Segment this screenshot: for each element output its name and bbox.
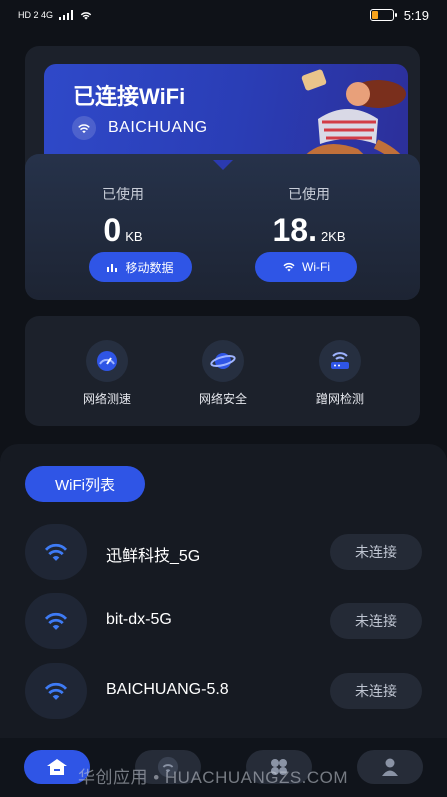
- status-time: 5:19: [403, 7, 429, 23]
- tab-profile[interactable]: [357, 750, 423, 784]
- wifi-status-icon: [80, 11, 92, 20]
- mobile-data-button[interactable]: 移动数据: [89, 252, 192, 282]
- home-icon: [47, 759, 67, 775]
- connected-banner[interactable]: 已连接WiFi BAICHUANG: [44, 64, 408, 168]
- bar-chart-icon: [107, 264, 118, 272]
- status-indicators: HD 2 4G: [18, 10, 93, 21]
- connected-ssid: BAICHUANG: [108, 119, 208, 136]
- tool-speed-test[interactable]: 网络测速: [57, 340, 157, 407]
- status-left-text: HD 2 4G: [18, 10, 54, 20]
- mobile-usage: 已使用 0 KB: [48, 184, 198, 249]
- list-item[interactable]: bit-dx-5G 未连接: [25, 593, 422, 649]
- tool-intruder-check-label: 蹭网检测: [315, 392, 364, 406]
- wifi-list-tab[interactable]: WiFi列表: [25, 466, 145, 502]
- wifi-icon: [25, 593, 87, 649]
- usage-stats: 已使用 0 KB 已使用 18. 2KB 移动数据 Wi-Fi: [25, 154, 420, 300]
- wifi-usage-value: 18.: [272, 212, 317, 248]
- wifi-name: 迅鲜科技_5G: [106, 548, 201, 565]
- tool-intruder-check[interactable]: 蹭网检测: [290, 340, 390, 407]
- wifi-icon: [25, 663, 87, 719]
- wifi-name: BAICHUANG-5.8: [106, 681, 229, 698]
- mobile-usage-unit: KB: [125, 229, 143, 244]
- mobile-usage-value: 0: [103, 212, 122, 248]
- person-illustration: [298, 69, 408, 168]
- banner-title: 已连接WiFi: [73, 84, 186, 109]
- status-bar: HD 2 4G 5:19: [0, 0, 447, 30]
- tool-speed-test-label: 网络测速: [82, 392, 131, 406]
- wifi-icon: [25, 524, 87, 580]
- wifi-button-label: Wi-Fi: [302, 260, 330, 274]
- signal-icon: [59, 10, 74, 20]
- planet-icon: [202, 340, 244, 382]
- user-icon: [382, 758, 398, 776]
- speedometer-icon: [86, 340, 128, 382]
- wifi-usage-label: 已使用: [288, 186, 330, 202]
- wifi-icon: [283, 262, 295, 272]
- wifi-usage: 已使用 18. 2KB: [234, 184, 384, 249]
- list-item[interactable]: 迅鲜科技_5G 未连接: [25, 524, 422, 580]
- wifi-usage-unit: 2KB: [320, 229, 346, 244]
- tool-security[interactable]: 网络安全: [173, 340, 273, 407]
- list-item[interactable]: BAICHUANG-5.8 未连接: [25, 663, 422, 719]
- watermark: 华创应用 • HUACHUANGZS.COM: [78, 768, 349, 787]
- wifi-button[interactable]: Wi-Fi: [255, 252, 357, 282]
- tool-security-label: 网络安全: [198, 392, 247, 406]
- wifi-name: bit-dx-5G: [106, 611, 172, 628]
- mobile-usage-label: 已使用: [102, 186, 144, 202]
- router-icon: [319, 340, 361, 382]
- wifi-icon: [72, 116, 96, 140]
- tools-card: 网络测速 网络安全 蹭网检测: [25, 316, 420, 426]
- banner-notch: [213, 160, 233, 170]
- mobile-data-button-label: 移动数据: [125, 260, 174, 275]
- connect-status-button[interactable]: 未连接: [330, 673, 422, 709]
- battery-icon: [369, 9, 397, 21]
- connect-status-button[interactable]: 未连接: [330, 534, 422, 570]
- connect-status-button[interactable]: 未连接: [330, 603, 422, 639]
